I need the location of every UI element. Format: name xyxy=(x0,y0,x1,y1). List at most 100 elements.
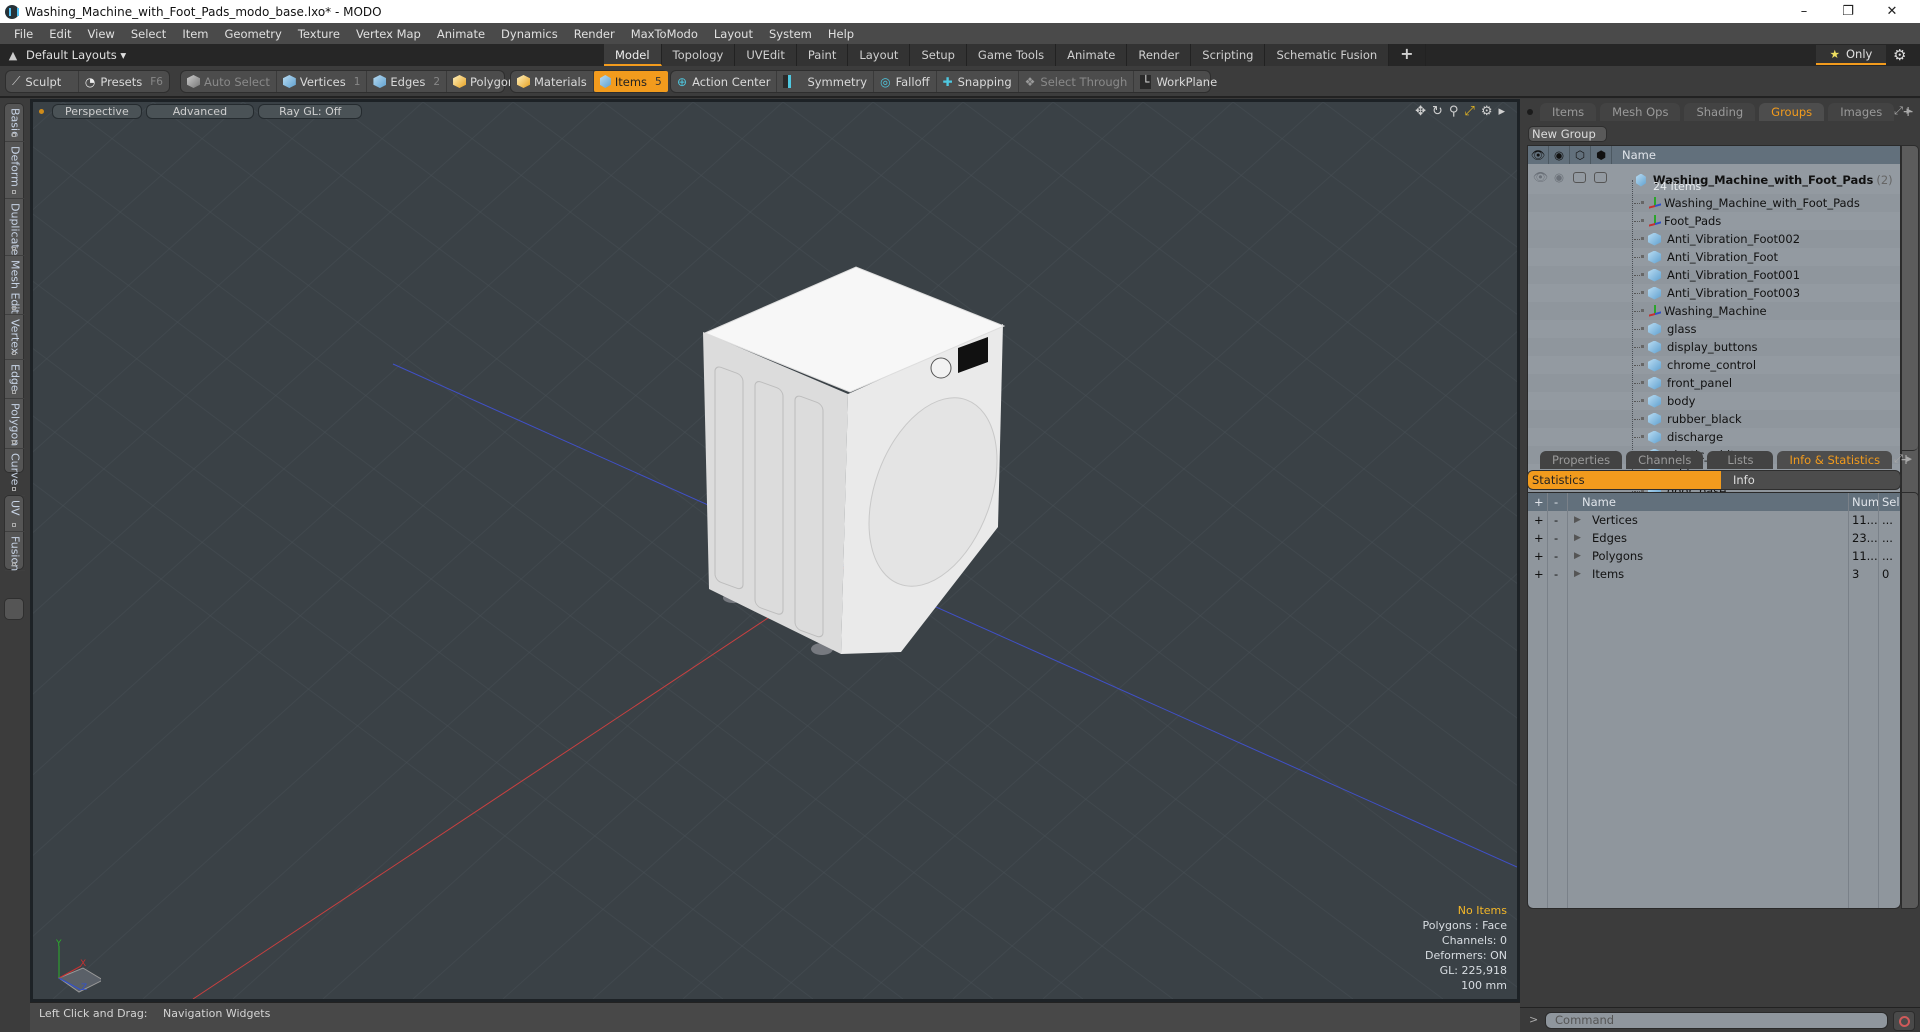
group-item-row[interactable]: Anti_Vibration_Foot002 xyxy=(1528,230,1900,248)
menu-file[interactable]: File xyxy=(6,27,41,41)
subtab-info[interactable]: Info xyxy=(1721,471,1755,489)
tab-paint[interactable]: Paint xyxy=(796,44,849,66)
workplane-button[interactable]: └ WorkPlane xyxy=(1134,71,1223,92)
pan-icon[interactable]: ✥ xyxy=(1415,104,1426,119)
collapse-stat-button[interactable]: - xyxy=(1554,565,1558,583)
viewport-settings-icon[interactable]: ⚙ xyxy=(1481,104,1493,119)
groups-scroll-thumb[interactable] xyxy=(1902,146,1918,451)
minimize-button[interactable]: – xyxy=(1782,0,1826,23)
expand-stat-button[interactable]: + xyxy=(1534,547,1544,565)
materials-button[interactable]: Materials xyxy=(511,71,594,92)
menu-item[interactable]: Item xyxy=(174,27,216,41)
view-mode-button[interactable]: Perspective xyxy=(52,103,142,119)
tab-mesh-ops[interactable]: Mesh Ops xyxy=(1600,103,1681,121)
group-row[interactable]: 👁◉Washing_Machine_with_Foot_Pads(2): ...… xyxy=(1528,164,1900,194)
select-column-icon[interactable]: ⬢ xyxy=(1591,146,1612,164)
menu-render[interactable]: Render xyxy=(566,27,623,41)
stat-row[interactable]: + - ▶ Items 3 0 xyxy=(1528,565,1900,583)
stat-row[interactable]: + - ▶ Polygons 11...... xyxy=(1528,547,1900,565)
expand-stat-button[interactable]: + xyxy=(1534,511,1544,529)
tab-basic[interactable]: Basic xyxy=(5,104,25,142)
add-tab-button[interactable]: + xyxy=(1389,44,1426,66)
group-render-icon[interactable]: ◉ xyxy=(1554,170,1564,184)
lock-column-icon[interactable]: ⬡ xyxy=(1570,146,1591,164)
3d-viewport[interactable]: Perspective Advanced Ray GL: Off ✥ ↻ ⚲ ⤢… xyxy=(30,99,1520,1002)
edges-button[interactable]: Edges 2 xyxy=(367,71,448,92)
tab-edge[interactable]: Edge xyxy=(5,360,25,399)
expand-arrow-icon[interactable]: ▶ xyxy=(1574,565,1581,583)
zoom-icon[interactable]: ⚲ xyxy=(1449,104,1459,119)
stat-num-header[interactable]: Num xyxy=(1852,493,1879,511)
maximize-panel-icon[interactable]: ⤢ ▸ xyxy=(1894,104,1912,118)
group-lock-checkbox[interactable] xyxy=(1573,172,1586,183)
new-group-button[interactable]: New Group xyxy=(1528,126,1607,142)
group-item-row[interactable]: Washing_Machine_with_Foot_Pads xyxy=(1528,194,1900,212)
vertices-button[interactable]: Vertices 1 xyxy=(277,71,368,92)
menu-dynamics[interactable]: Dynamics xyxy=(493,27,566,41)
tab-model[interactable]: Model xyxy=(604,44,662,66)
tab-game-tools[interactable]: Game Tools xyxy=(966,44,1057,66)
tab-properties[interactable]: Properties xyxy=(1540,451,1623,469)
stat-name-header[interactable]: Name xyxy=(1582,493,1616,511)
group-visibility-icon[interactable]: 👁 xyxy=(1533,170,1548,184)
raygl-button[interactable]: Ray GL: Off xyxy=(258,103,363,119)
menu-help[interactable]: Help xyxy=(820,27,862,41)
tab-uv[interactable]: UV xyxy=(5,496,25,532)
collapse-all-header[interactable]: - xyxy=(1554,493,1558,511)
menu-layout[interactable]: Layout xyxy=(706,27,761,41)
stat-row[interactable]: + - ▶ Vertices 11...... xyxy=(1528,511,1900,529)
select-through-button[interactable]: ❖ Select Through xyxy=(1019,71,1135,92)
record-macro-button[interactable] xyxy=(1893,1011,1915,1031)
tab-duplicate[interactable]: Duplicate xyxy=(5,199,25,256)
tab-mesh-edit[interactable]: Mesh Edit xyxy=(5,256,25,315)
tab-render[interactable]: Render xyxy=(1127,44,1192,66)
tab-fusion[interactable]: Fusion xyxy=(5,532,25,571)
group-select-checkbox[interactable] xyxy=(1594,172,1607,183)
stat-row[interactable]: + - ▶ Edges 23...... xyxy=(1528,529,1900,547)
only-toggle[interactable]: ★ Only xyxy=(1816,45,1886,65)
command-input[interactable]: Command xyxy=(1545,1012,1888,1029)
group-item-row[interactable]: chrome_control xyxy=(1528,356,1900,374)
tab-vertex[interactable]: Vertex xyxy=(5,315,25,360)
group-item-row[interactable]: Anti_Vibration_Foot xyxy=(1528,248,1900,266)
group-item-row[interactable]: body xyxy=(1528,392,1900,410)
menu-texture[interactable]: Texture xyxy=(290,27,348,41)
rotate-icon[interactable]: ↻ xyxy=(1432,104,1443,119)
tab-setup[interactable]: Setup xyxy=(910,44,967,66)
subtab-statistics[interactable]: Statistics xyxy=(1528,471,1721,489)
collapse-stat-button[interactable]: - xyxy=(1554,547,1558,565)
tab-channels[interactable]: Channels xyxy=(1626,451,1704,469)
menu-geometry[interactable]: Geometry xyxy=(217,27,290,41)
tab-shading[interactable]: Shading xyxy=(1684,103,1756,121)
tab-images[interactable]: Images xyxy=(1828,103,1895,121)
menu-view[interactable]: View xyxy=(80,27,123,41)
tab-info-statistics[interactable]: Info & Statistics xyxy=(1777,451,1893,469)
group-item-row[interactable]: glass xyxy=(1528,320,1900,338)
tab-polygon[interactable]: Polygon xyxy=(5,399,25,449)
close-button[interactable]: ✕ xyxy=(1870,0,1914,23)
expand-arrow-icon[interactable]: ▶ xyxy=(1574,529,1581,547)
group-item-row[interactable]: display_buttons xyxy=(1528,338,1900,356)
expand-all-header[interactable]: + xyxy=(1534,493,1544,511)
group-item-row[interactable]: rubber_black xyxy=(1528,410,1900,428)
snapping-button[interactable]: ✚ Snapping xyxy=(937,71,1019,92)
sculpt-button[interactable]: ⟋ Sculpt xyxy=(6,71,79,92)
maximize-stats-panel-icon[interactable]: ⤢ ▸ xyxy=(1894,452,1912,466)
render-column-icon[interactable]: ◉ xyxy=(1549,146,1570,164)
group-item-row[interactable]: Anti_Vibration_Foot001 xyxy=(1528,266,1900,284)
tab-uvedit[interactable]: UVEdit xyxy=(735,44,797,66)
viewport-options-dot[interactable] xyxy=(39,108,44,114)
expand-arrow-icon[interactable]: ▶ xyxy=(1574,547,1581,565)
tab-schematic-fusion[interactable]: Schematic Fusion xyxy=(1265,44,1390,66)
tab-items[interactable]: Items xyxy=(1540,103,1597,121)
expand-arrow-icon[interactable]: ▸ xyxy=(1498,104,1505,119)
stat-sel-header[interactable]: Sel xyxy=(1882,493,1900,511)
collapse-arrow-icon[interactable]: ▲ xyxy=(0,49,26,62)
fit-view-icon[interactable]: ⤢ xyxy=(1464,104,1474,119)
extra-tool-button[interactable] xyxy=(4,598,24,620)
expand-stat-button[interactable]: + xyxy=(1534,529,1544,547)
tab-scripting[interactable]: Scripting xyxy=(1191,44,1266,66)
name-column-header[interactable]: Name xyxy=(1612,146,1900,164)
menu-system[interactable]: System xyxy=(761,27,820,41)
falloff-button[interactable]: ◎ Falloff xyxy=(874,71,937,92)
